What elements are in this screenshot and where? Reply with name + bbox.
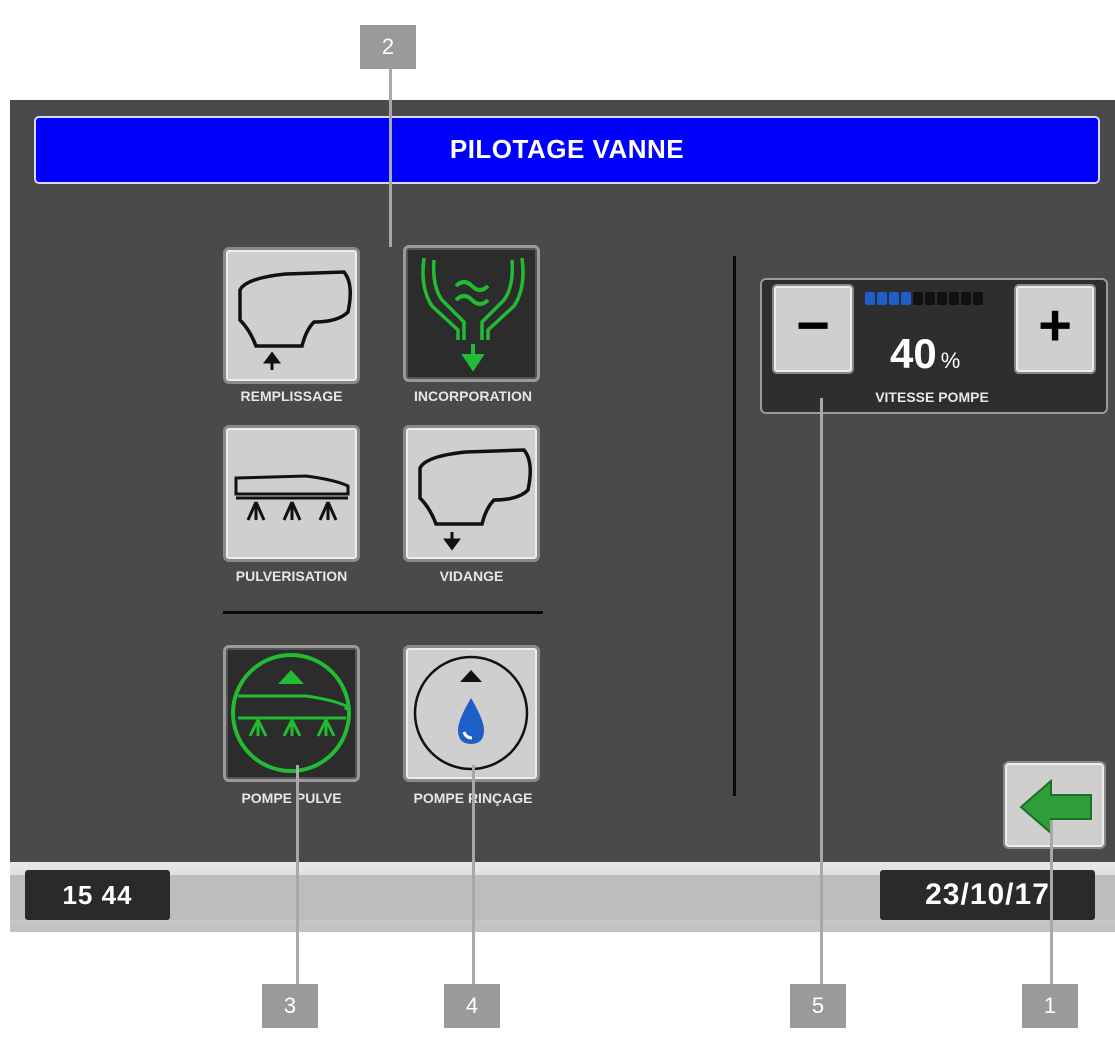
level-segment [949,292,959,305]
tank-drain-icon [418,448,532,551]
back-button[interactable] [1003,761,1106,849]
level-segment [913,292,923,305]
callout-leader-3 [296,765,299,987]
spray-pump-label: POMPE PULVE [241,790,342,806]
valve-vidange-label: VIDANGE [439,568,504,584]
valve-incorporation-label: INCORPORATION [414,388,532,404]
back-arrow-icon [1019,778,1092,836]
rinse-pump-icon [413,655,529,771]
level-segment [961,292,971,305]
callout-2: 2 [360,25,416,69]
callout-4: 4 [444,984,500,1028]
level-segment [877,292,887,305]
valve-remplissage-button[interactable] [223,247,360,384]
vertical-divider [733,256,736,796]
level-segment [925,292,935,305]
pump-speed-level-bar [865,292,983,305]
callout-3: 3 [262,984,318,1028]
valve-pulverisation-label: PULVERISATION [235,568,348,584]
pump-speed-number: 40 [890,330,937,377]
level-segment [937,292,947,305]
pump-speed-unit: % [940,348,961,373]
decrease-speed-button[interactable]: − [772,284,854,374]
pump-speed-value: 40% [890,330,960,378]
callout-leader-1 [1050,820,1053,988]
clock-time: 15 44 [25,870,170,920]
level-segment [901,292,911,305]
callout-leader-2 [389,62,392,247]
pump-speed-label: VITESSE POMPE [875,389,989,405]
clock-date: 23/10/17 [880,870,1095,920]
callout-leader-4 [472,765,475,987]
callout-1: 1 [1022,984,1078,1028]
level-segment [973,292,983,305]
tank-fill-icon [238,270,352,370]
rinse-pump-button[interactable] [403,645,540,782]
spray-pump-icon [231,653,351,773]
hmi-screen [10,100,1115,930]
valve-pulverisation-button[interactable] [223,425,360,562]
boom-spray-icon [234,474,350,521]
callout-5: 5 [790,984,846,1028]
page-title: PILOTAGE VANNE [34,116,1100,184]
valve-incorporation-button[interactable] [403,245,540,382]
valve-remplissage-label: REMPLISSAGE [240,388,343,404]
level-segment [889,292,899,305]
valve-vidange-button[interactable] [403,425,540,562]
hopper-incorporation-icon [421,257,525,372]
spray-pump-button[interactable] [223,645,360,782]
callout-leader-5 [820,398,823,988]
increase-speed-button[interactable]: + [1014,284,1096,374]
section-divider [223,611,543,614]
level-segment [865,292,875,305]
